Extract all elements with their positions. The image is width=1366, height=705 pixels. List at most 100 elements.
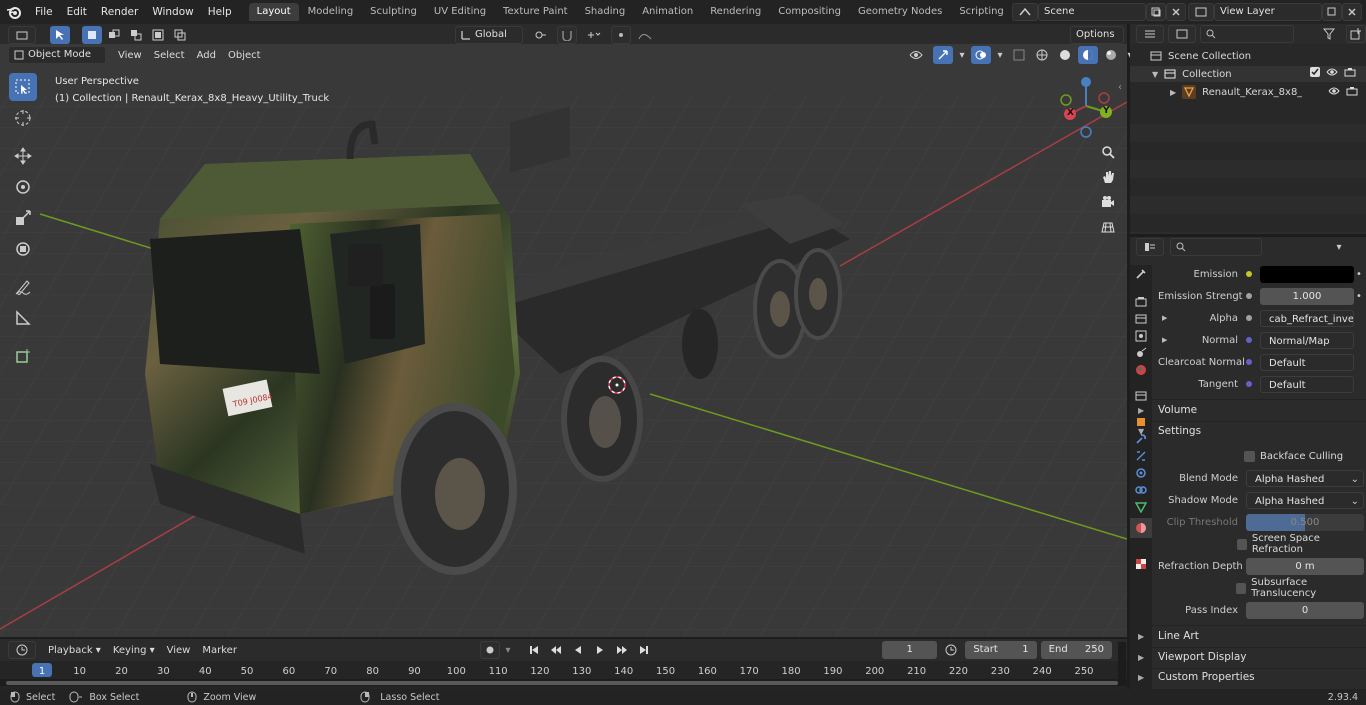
select-new-icon[interactable] [82, 26, 102, 44]
use-preview-range-icon[interactable] [941, 641, 961, 659]
gizmo-dropdown-icon[interactable]: ▾ [956, 46, 968, 64]
value-socket-icon[interactable] [1246, 293, 1252, 299]
record-options-icon[interactable]: ▾ [502, 641, 514, 659]
record-icon[interactable] [480, 641, 500, 659]
editor-type-icon[interactable] [8, 26, 36, 44]
outliner-row-scene-collection[interactable]: Scene Collection [1150, 48, 1251, 64]
wireframe-shading-icon[interactable] [1032, 46, 1052, 64]
play-icon[interactable] [590, 641, 610, 659]
select-box-tool-icon[interactable] [9, 73, 37, 101]
select-extend-icon[interactable] [104, 26, 124, 44]
outliner-search-input[interactable] [1200, 25, 1294, 43]
move-tool-icon[interactable] [9, 142, 37, 170]
emission-strength-field[interactable]: 1.000 [1260, 287, 1354, 305]
gizmo-toggle-icon[interactable] [933, 46, 953, 64]
tab-layout[interactable]: Layout [248, 3, 299, 21]
emission-color-field[interactable] [1260, 265, 1354, 283]
snap-target-icon[interactable] [581, 26, 607, 44]
pivot-point-icon[interactable] [527, 26, 553, 44]
custom-properties-panel-header[interactable]: ▶ Custom Properties [1138, 667, 1364, 687]
tab-texture-paint[interactable]: Texture Paint [495, 3, 576, 21]
color-socket-icon[interactable] [1246, 271, 1252, 277]
visibility-icon[interactable] [902, 46, 930, 64]
options-dropdown[interactable]: Options [1070, 26, 1124, 44]
ssr-row[interactable]: Screen Space Refraction [1158, 533, 1364, 555]
physics-tab-icon[interactable] [1135, 467, 1147, 479]
tab-shading[interactable]: Shading [577, 3, 634, 21]
transform-orientation-dropdown[interactable]: Global [455, 26, 523, 44]
sss-row[interactable]: Subsurface Translucency [1158, 577, 1364, 599]
tab-modeling[interactable]: Modeling [300, 3, 362, 21]
timeline-view-menu[interactable]: View [161, 645, 197, 656]
clearcoat-socket-icon[interactable] [1246, 359, 1252, 365]
eye-icon[interactable] [1326, 68, 1338, 76]
tool-settings-tab-icon[interactable] [1135, 268, 1147, 280]
world-tab-icon[interactable] [1135, 364, 1147, 376]
3d-viewport[interactable]: T09 J0084 [0, 44, 1127, 637]
sss-checkbox[interactable] [1236, 582, 1247, 594]
material-preview-icon[interactable] [1078, 46, 1098, 64]
timeline-scrollbar[interactable] [6, 681, 1118, 685]
viewport-menu-object[interactable]: Object [222, 50, 267, 61]
alpha-socket-icon[interactable] [1246, 315, 1252, 321]
end-frame-field[interactable]: End 250 [1040, 641, 1112, 659]
object-eye-icon[interactable] [1328, 87, 1340, 95]
tangent-socket-icon[interactable] [1246, 381, 1252, 387]
scene-browse-icon[interactable] [1012, 3, 1038, 21]
measure-tool-icon[interactable] [9, 304, 37, 332]
menu-file[interactable]: File [28, 0, 60, 24]
texture-tab-icon[interactable] [1135, 558, 1147, 570]
cursor-tool-icon[interactable] [9, 104, 37, 132]
pass-index-field[interactable]: 0 [1246, 601, 1364, 619]
view-layer-browse-icon[interactable] [1188, 3, 1214, 21]
viewport-menu-select[interactable]: Select [148, 50, 191, 61]
material-tab-icon[interactable] [1130, 518, 1152, 538]
sidebar-toggle-icon[interactable]: ‹ [1118, 82, 1122, 93]
current-frame-field[interactable]: 1 [882, 641, 938, 659]
proportional-edit-icon[interactable] [611, 26, 631, 44]
proportional-falloff-icon[interactable] [635, 26, 655, 44]
tangent-field[interactable]: Default [1260, 375, 1354, 393]
keying-menu[interactable]: Keying ▾ [107, 645, 161, 656]
menu-render[interactable]: Render [94, 0, 145, 24]
rendered-shading-icon[interactable] [1101, 46, 1121, 64]
xray-toggle-icon[interactable] [1009, 46, 1029, 64]
select-invert-icon[interactable] [148, 26, 168, 44]
transform-tool-icon[interactable] [9, 235, 37, 263]
timeline-editor-type-icon[interactable] [8, 641, 36, 659]
object-expand-icon[interactable]: ▶ [1170, 88, 1176, 97]
pan-hand-icon[interactable] [1096, 165, 1120, 189]
rotate-tool-icon[interactable] [9, 173, 37, 201]
tab-sculpting[interactable]: Sculpting [362, 3, 425, 21]
clearcoat-normal-field[interactable]: Default [1260, 353, 1354, 371]
shadow-mode-dropdown[interactable]: Alpha Hashed ⌄ [1246, 491, 1364, 509]
render-tab-icon[interactable] [1135, 296, 1147, 308]
select-intersect-icon[interactable] [170, 26, 190, 44]
scene-name-field[interactable]: Scene [1038, 3, 1146, 21]
collection-tab-icon[interactable] [1135, 390, 1147, 402]
zoom-icon[interactable] [1096, 140, 1120, 164]
display-mode-icon[interactable] [1168, 25, 1196, 43]
annotate-tool-icon[interactable] [9, 273, 37, 301]
playback-menu[interactable]: Playback ▾ [42, 645, 107, 656]
particles-tab-icon[interactable] [1135, 450, 1147, 462]
start-frame-field[interactable]: Start 1 [965, 641, 1037, 659]
properties-search-input[interactable] [1170, 238, 1262, 256]
jump-end-icon[interactable] [634, 641, 654, 659]
backface-culling-checkbox[interactable] [1244, 450, 1255, 462]
settings-panel-header[interactable]: ▼ Settings [1138, 421, 1364, 441]
alpha-expand-icon[interactable]: ▶ [1162, 314, 1167, 322]
viewport-display-panel-header[interactable]: ▶ Viewport Display [1138, 647, 1364, 667]
scale-tool-icon[interactable] [9, 204, 37, 232]
tab-compositing[interactable]: Compositing [770, 3, 849, 21]
overlays-dropdown-icon[interactable]: ▾ [994, 46, 1006, 64]
view-layer-tab-icon[interactable] [1135, 330, 1147, 342]
blend-mode-dropdown[interactable]: Alpha Hashed ⌄ [1246, 469, 1364, 487]
tab-geometry-nodes[interactable]: Geometry Nodes [850, 3, 950, 21]
data-tab-icon[interactable] [1135, 501, 1147, 513]
filter-icon[interactable] [1316, 25, 1342, 43]
menu-window[interactable]: Window [145, 0, 200, 24]
strength-keyframe-dot[interactable]: • [1354, 291, 1364, 302]
clip-threshold-slider[interactable]: 0.500 [1246, 513, 1364, 531]
menu-edit[interactable]: Edit [60, 0, 94, 24]
